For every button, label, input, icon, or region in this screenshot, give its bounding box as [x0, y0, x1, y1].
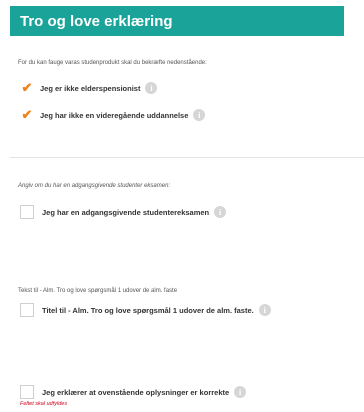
info-icon[interactable]: i — [234, 386, 247, 398]
question1-checkbox[interactable] — [20, 303, 34, 317]
question1-prompt: Tekst til - Alm. Tro og love spørgsmål 1… — [18, 288, 178, 294]
checkbox-label: Jeg har en adgangsgivende studentereksam… — [42, 207, 210, 217]
info-icon[interactable]: i — [214, 206, 227, 218]
info-icon[interactable]: i — [145, 82, 158, 94]
student-exam-checkbox[interactable] — [20, 205, 34, 219]
checkbox-row-declaration[interactable]: Jeg erklærer at ovenstående oplysninger … — [20, 384, 247, 400]
divider — [10, 157, 364, 158]
validation-error: Feltet skal udfyldes — [20, 401, 68, 407]
checkmark-icon[interactable]: ✔ — [20, 107, 34, 122]
checkbox-row-question1[interactable]: Titel til - Alm. Tro og love spørgsmål 1… — [20, 302, 271, 318]
checkbox-label: Jeg har ikke en videregående uddannelse — [40, 110, 189, 120]
checkbox-row-no-higher-education[interactable]: ✔ Jeg har ikke en videregående uddannels… — [20, 107, 206, 123]
form-header: Tro og love erklæring — [10, 6, 344, 36]
info-icon[interactable]: i — [258, 304, 271, 316]
page-title: Tro og love erklæring — [20, 12, 173, 30]
intro-text: For du kan fauge varas studenprodukt ska… — [18, 60, 207, 66]
checkbox-label: Jeg erklærer at ovenstående oplysninger … — [42, 387, 230, 397]
info-icon[interactable]: i — [193, 109, 206, 121]
student-exam-prompt: Angiv om du har en adgangsgivende studen… — [18, 183, 171, 189]
declaration-checkbox[interactable] — [20, 385, 34, 399]
checkbox-label: Jeg er ikke elderspensionist — [40, 83, 141, 93]
checkmark-icon[interactable]: ✔ — [20, 80, 34, 95]
checkbox-row-not-pensioner[interactable]: ✔ Jeg er ikke elderspensionist i — [20, 80, 158, 96]
checkbox-row-student-exam[interactable]: Jeg har en adgangsgivende studentereksam… — [20, 204, 227, 220]
checkbox-label: Titel til - Alm. Tro og love spørgsmål 1… — [42, 305, 254, 315]
